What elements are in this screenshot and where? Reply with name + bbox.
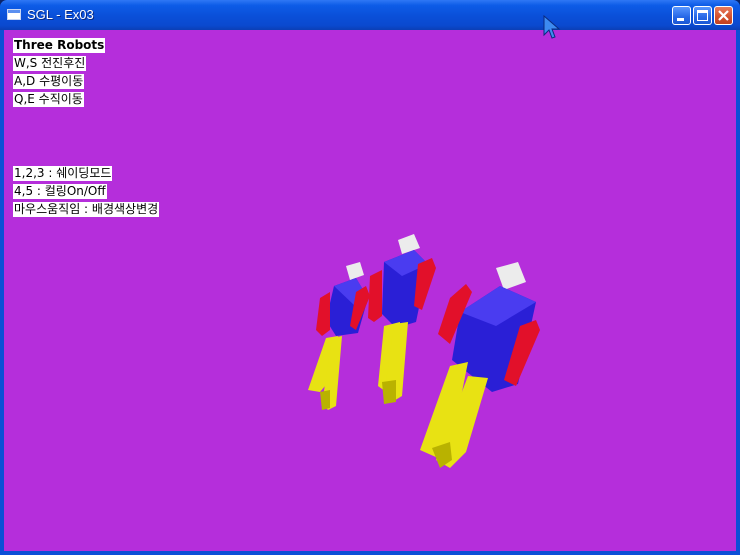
hud-background-color: 마우스움직임 : 배경색상변경 <box>13 202 160 217</box>
robot-large <box>420 262 540 468</box>
opengl-viewport[interactable]: Three Robots W,S 전진후진 A,D 수평이동 Q,E 수직이동 … <box>4 30 736 551</box>
window-app-icon[interactable] <box>7 9 21 20</box>
hud-culling-toggle: 4,5 : 컬링On/Off <box>13 184 107 199</box>
hud-move-forward-back: W,S 전진후진 <box>13 56 87 71</box>
arrow-cursor-icon <box>543 15 561 39</box>
minimize-icon <box>677 18 684 21</box>
hud-move-horizontal: A,D 수평이동 <box>13 74 85 89</box>
window-title: SGL - Ex03 <box>27 7 94 22</box>
maximize-button[interactable] <box>693 6 712 25</box>
hud-title: Three Robots <box>13 38 106 53</box>
close-icon <box>718 10 729 21</box>
hud-shading-mode: 1,2,3 : 쉐이딩모드 <box>13 166 113 181</box>
robot-medium <box>368 234 436 404</box>
robot-scene <box>308 234 540 468</box>
title-bar[interactable]: SGL - Ex03 <box>0 0 740 30</box>
minimize-button[interactable] <box>672 6 691 25</box>
hud-move-vertical: Q,E 수직이동 <box>13 92 84 107</box>
maximize-icon <box>697 10 708 21</box>
app-window: SGL - Ex03 Three Robots W,S 전진후진 A,D 수평이… <box>0 0 740 555</box>
close-button[interactable] <box>714 6 733 25</box>
robot-small <box>308 262 370 410</box>
